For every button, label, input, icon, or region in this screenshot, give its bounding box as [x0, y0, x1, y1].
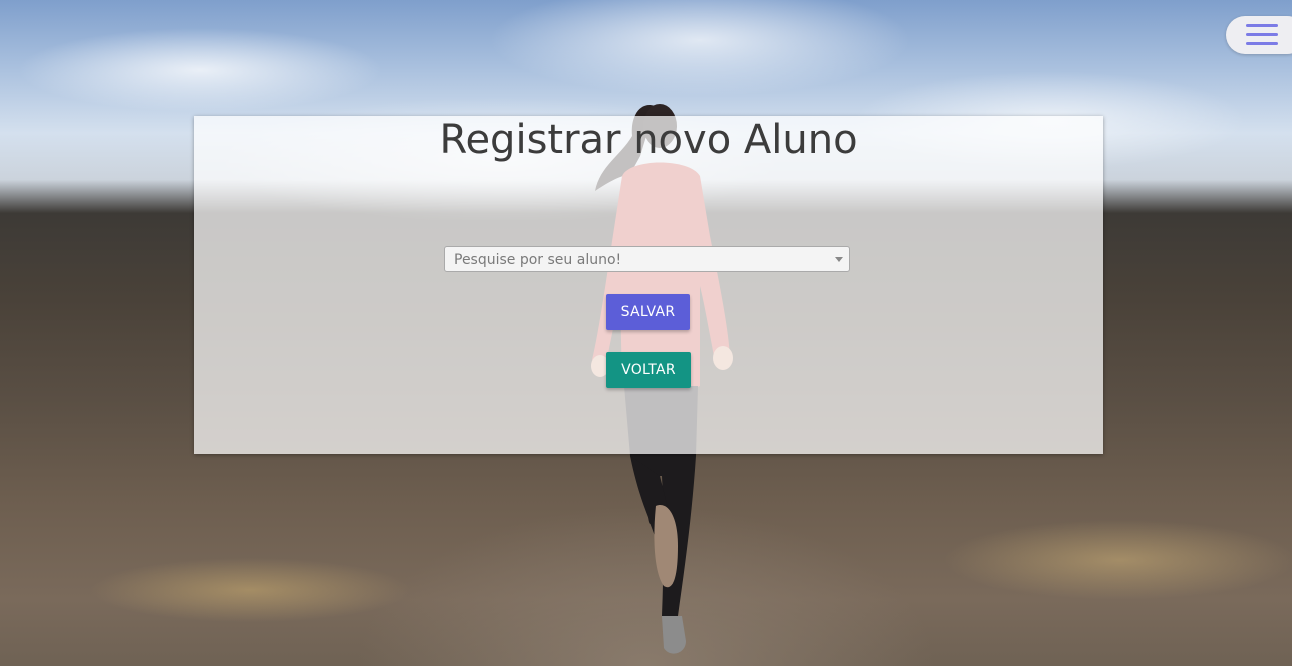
dropdown-arrow-icon [835, 257, 843, 262]
back-button[interactable]: VOLTAR [606, 352, 691, 388]
hamburger-icon [1246, 24, 1278, 46]
menu-button[interactable] [1226, 16, 1292, 54]
page: Registrar novo Aluno Pesquise por seu al… [0, 0, 1292, 666]
save-button[interactable]: SALVAR [606, 294, 690, 330]
student-search-select[interactable]: Pesquise por seu aluno! [444, 246, 850, 272]
form-title: Registrar novo Aluno [439, 117, 858, 163]
student-search-placeholder: Pesquise por seu aluno! [454, 252, 622, 268]
register-student-form: Registrar novo Aluno Pesquise por seu al… [194, 116, 1103, 454]
